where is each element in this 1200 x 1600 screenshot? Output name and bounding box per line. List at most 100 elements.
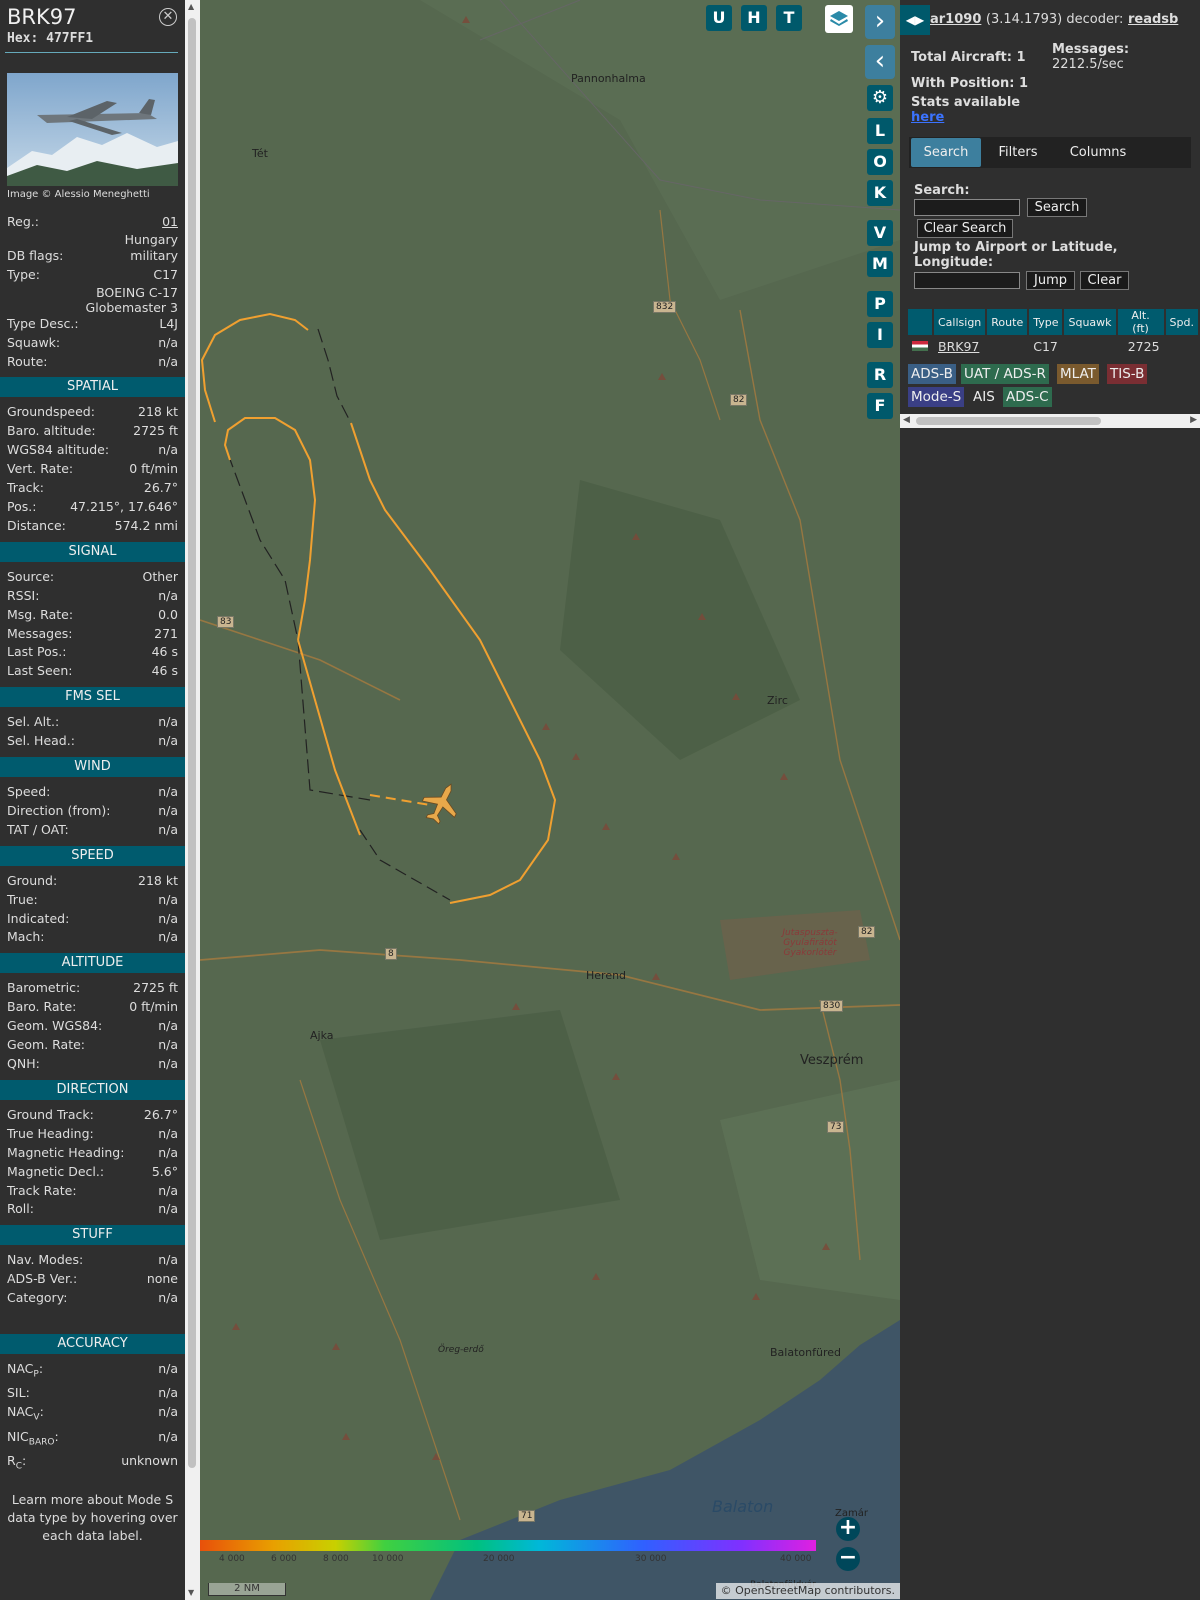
detail-label[interactable]: Msg. Rate: (7, 606, 73, 625)
map-button-p[interactable]: P (867, 291, 893, 317)
map-attribution[interactable]: © OpenStreetMap contributors. (715, 1583, 900, 1599)
detail-label[interactable]: Distance: (7, 517, 66, 536)
detail-label[interactable]: Squawk: (7, 334, 60, 353)
zoom-out-button[interactable]: − (836, 1547, 860, 1571)
detail-label[interactable]: Geom. Rate: (7, 1036, 85, 1055)
stats-here-link[interactable]: here (911, 110, 944, 125)
detail-label[interactable]: Category: (7, 1289, 67, 1308)
detail-label[interactable]: Type Desc.: (7, 315, 79, 334)
detail-label[interactable]: TAT / OAT: (7, 821, 69, 840)
detail-label[interactable]: Magnetic Decl.: (7, 1163, 104, 1182)
settings-button[interactable]: ⚙ (867, 85, 893, 111)
scroll-down-icon[interactable]: ▼ (188, 1588, 194, 1597)
clear-search-button[interactable]: Clear Search (917, 219, 1013, 238)
panel-splitter[interactable]: ◀▶ (900, 5, 930, 35)
detail-label[interactable]: Baro. Rate: (7, 998, 76, 1017)
detail-label[interactable]: Groundspeed: (7, 403, 95, 422)
column-header-altitude[interactable]: Alt. (ft) (1117, 309, 1164, 335)
info-panel-scrollbar[interactable]: ▲ ▼ (185, 0, 200, 1600)
detail-label[interactable]: NICBARO: (7, 1428, 59, 1452)
map-button-l[interactable]: L (867, 118, 893, 144)
jump-input[interactable] (914, 272, 1020, 289)
clear-button[interactable]: Clear (1080, 271, 1129, 290)
map-button-h[interactable]: H (741, 5, 767, 31)
app-title-link[interactable]: ar1090 (930, 12, 981, 27)
jump-button[interactable]: Jump (1026, 271, 1075, 290)
detail-label[interactable]: True: (7, 891, 38, 910)
prev-arrow-button[interactable]: ‹ (865, 45, 895, 79)
map-button-m[interactable]: M (867, 251, 893, 277)
detail-label[interactable]: ADS-B Ver.: (7, 1270, 77, 1289)
search-button[interactable]: Search (1027, 198, 1087, 217)
tab-search[interactable]: Search (911, 138, 981, 167)
tab-filters[interactable]: Filters (984, 138, 1052, 167)
detail-label[interactable]: Speed: (7, 783, 50, 802)
zoom-in-button[interactable]: + (836, 1517, 860, 1541)
detail-label[interactable]: Geom. WGS84: (7, 1017, 102, 1036)
table-horizontal-scrollbar[interactable]: ◀ ▶ (900, 414, 1200, 428)
detail-label[interactable]: Roll: (7, 1200, 34, 1219)
close-icon[interactable]: ✕ (159, 8, 177, 26)
scroll-left-icon[interactable]: ◀ (903, 415, 910, 425)
detail-label[interactable]: Sel. Head.: (7, 732, 75, 751)
column-header-route[interactable]: Route (987, 309, 1028, 335)
detail-label[interactable]: Reg.: (7, 213, 39, 232)
column-header-type[interactable]: Type (1029, 309, 1063, 335)
column-header-speed[interactable]: Spd. (1165, 309, 1198, 335)
detail-label[interactable]: Mach: (7, 928, 44, 947)
row-callsign[interactable]: BRK97 (938, 339, 979, 354)
detail-label[interactable]: Baro. altitude: (7, 422, 96, 441)
scrollbar-thumb[interactable] (916, 417, 1101, 425)
search-input[interactable] (914, 199, 1020, 216)
map-button-k[interactable]: K (867, 180, 893, 206)
decoder-link[interactable]: readsb (1128, 12, 1178, 27)
detail-label[interactable]: NACV: (7, 1403, 44, 1427)
next-arrow-button[interactable]: › (865, 5, 895, 39)
column-header-squawk[interactable]: Squawk (1064, 309, 1116, 335)
detail-label[interactable]: Messages: (7, 625, 73, 644)
map-button-o[interactable]: O (867, 149, 893, 175)
detail-label[interactable]: Ground Track: (7, 1106, 94, 1125)
detail-label[interactable]: Direction (from): (7, 802, 111, 821)
map-button-u[interactable]: U (706, 5, 732, 31)
scrollbar-thumb[interactable] (188, 18, 196, 1468)
tab-columns[interactable]: Columns (1055, 138, 1141, 167)
detail-label[interactable]: Last Pos.: (7, 643, 66, 662)
detail-label[interactable]: Track: (7, 479, 44, 498)
scroll-up-icon[interactable]: ▲ (188, 2, 194, 11)
detail-label[interactable]: RSSI: (7, 587, 39, 606)
detail-value[interactable]: 01 (162, 213, 178, 232)
detail-label[interactable]: Vert. Rate: (7, 460, 73, 479)
aircraft-photo[interactable] (7, 73, 178, 186)
map-view[interactable]: Pannonhalma Tét Zirc Herend Ajka Veszpré… (200, 0, 900, 1600)
map-button-r[interactable]: R (867, 362, 893, 388)
detail-label[interactable]: Indicated: (7, 910, 69, 929)
map-button-v[interactable]: V (867, 220, 893, 246)
layers-button[interactable] (825, 5, 853, 33)
table-row[interactable]: BRK97 C17 2725 (908, 335, 1198, 357)
scroll-right-icon[interactable]: ▶ (1190, 415, 1197, 425)
detail-label[interactable]: True Heading: (7, 1125, 94, 1144)
detail-label[interactable]: Ground: (7, 872, 57, 891)
map-button-f[interactable]: F (867, 393, 893, 419)
map-button-t[interactable]: T (776, 5, 802, 31)
detail-label[interactable]: QNH: (7, 1055, 40, 1074)
detail-label[interactable]: Magnetic Heading: (7, 1144, 124, 1163)
detail-label[interactable]: Last Seen: (7, 662, 72, 681)
detail-label[interactable]: Nav. Modes: (7, 1251, 83, 1270)
detail-label[interactable]: Source: (7, 568, 54, 587)
map-button-i[interactable]: I (867, 322, 893, 348)
detail-label[interactable]: WGS84 altitude: (7, 441, 109, 460)
detail-label[interactable]: Route: (7, 353, 48, 372)
detail-label[interactable]: DB flags: (7, 247, 63, 266)
detail-label[interactable]: Sel. Alt.: (7, 713, 59, 732)
detail-label[interactable]: Type: (7, 266, 40, 285)
detail-label[interactable]: Barometric: (7, 979, 80, 998)
stats-link[interactable]: here (911, 110, 944, 125)
detail-label[interactable]: NACP: (7, 1360, 43, 1384)
detail-label[interactable]: Pos.: (7, 498, 36, 517)
detail-label[interactable]: Track Rate: (7, 1182, 77, 1201)
detail-label[interactable]: RC: (7, 1452, 26, 1476)
column-header-callsign[interactable]: Callsign (934, 309, 986, 335)
detail-label[interactable]: SIL: (7, 1384, 30, 1403)
